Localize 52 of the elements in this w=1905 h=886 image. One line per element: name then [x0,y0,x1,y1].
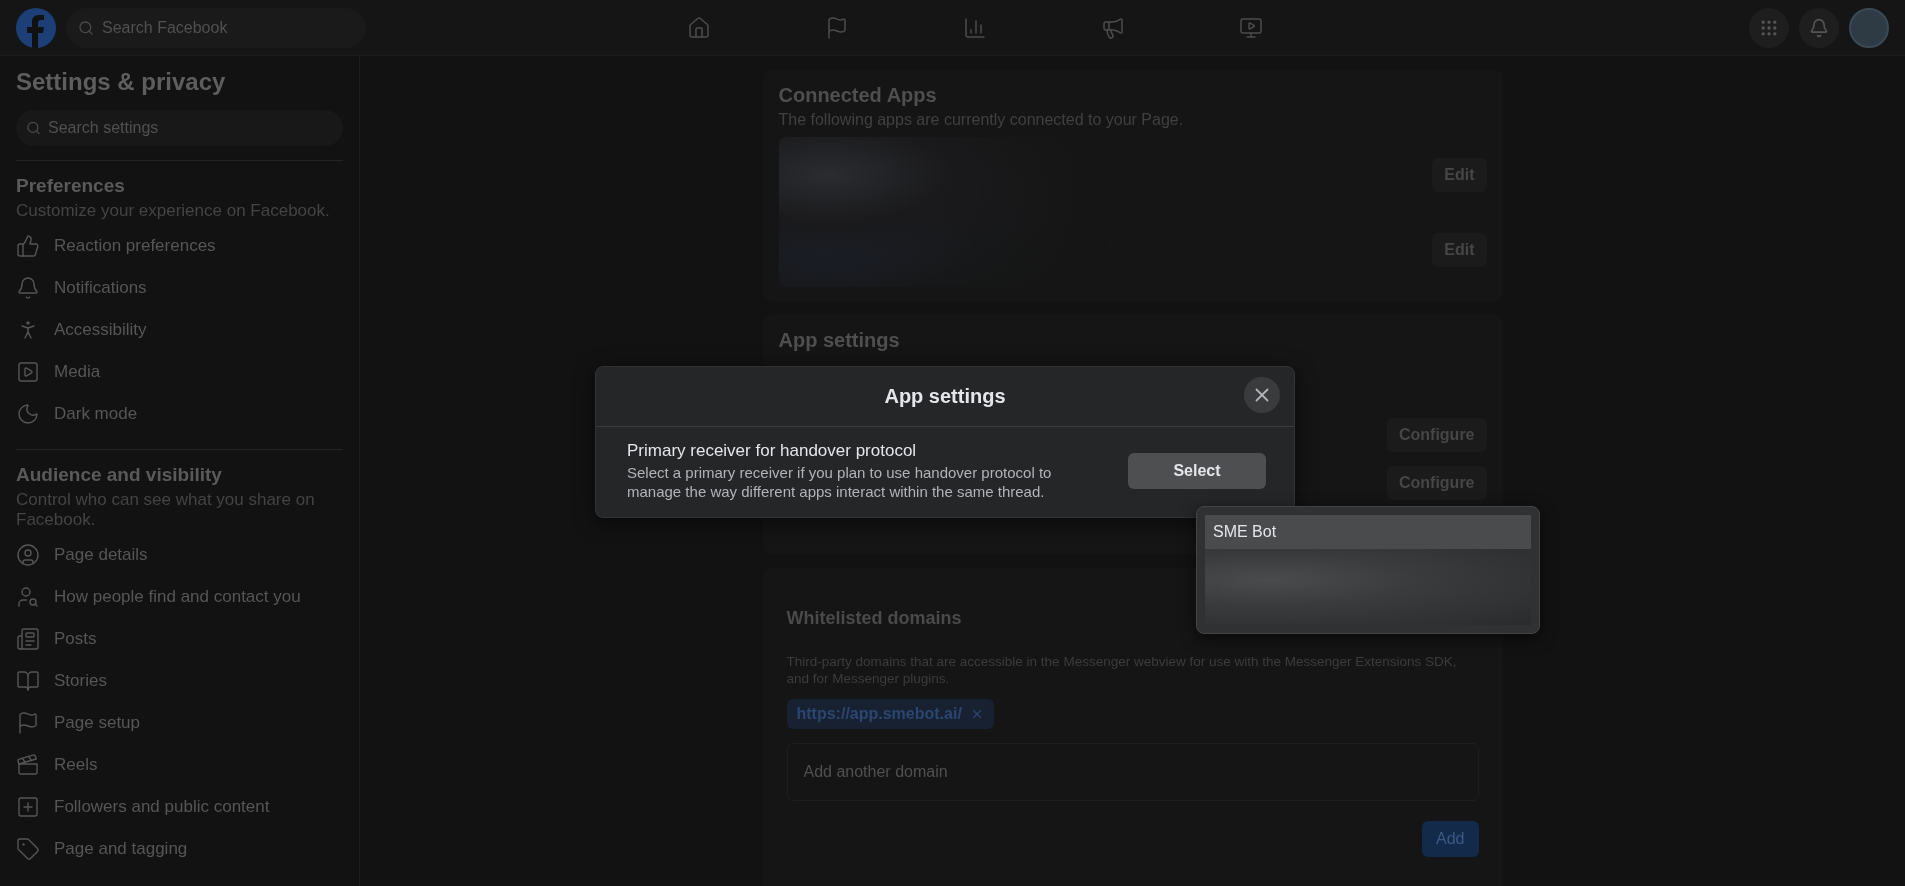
sidebar-item-icon [16,402,40,426]
sidebar-item[interactable]: Followers and public content [16,786,343,828]
sidebar-item[interactable]: Reaction preferences [16,225,343,267]
sidebar-item-icon [16,234,40,258]
setting-title: Primary receiver for handover protocol [627,441,918,461]
sidebar-item[interactable]: How people find and contact you [16,576,343,618]
sidebar-item-icon [16,669,40,693]
menu-button[interactable] [1749,7,1789,48]
flag-icon [825,16,849,40]
domain-input-field[interactable]: Add another domain [786,743,1479,801]
section-heading: Preferences [16,175,126,197]
sidebar-item-icon [16,276,40,300]
dropdown-option[interactable]: SME Bot [1205,515,1531,549]
sidebar-item-icon [16,795,40,819]
sidebar-item-icon [16,753,40,777]
notifications-button[interactable] [1799,7,1839,48]
megaphone-icon [1101,16,1125,40]
domain-tag: https://app.smebot.ai/ [786,699,994,729]
sidebar-item-icon [16,543,40,567]
search-field[interactable]: Search settings [16,110,343,146]
sidebar-item[interactable]: Media [16,351,343,393]
setting-description: Select a primary receiver if you plan to use handover protocol to manage the way different apps interact within the same thread. [627,463,1053,501]
home-icon [687,16,711,40]
search-icon [78,19,94,36]
sidebar-item[interactable]: Stories [16,660,343,702]
sidebar-item-icon [16,627,40,651]
video-icon [1239,16,1263,40]
sidebar-item[interactable]: Accessibility [16,309,343,351]
bell-icon [1809,17,1829,38]
select-button[interactable]: Select [1128,453,1266,489]
sidebar-item[interactable]: Dark mode [16,393,343,435]
sidebar-item[interactable]: Notifications [16,267,343,309]
logo-icon[interactable] [16,7,56,48]
dialog-title: App settings [884,385,1006,408]
add-button[interactable]: Add [1422,821,1479,857]
sidebar-item[interactable]: Page setup [16,702,343,744]
sidebar-item-icon [16,360,40,384]
chart-icon [963,16,987,40]
sidebar-item-icon [16,837,40,861]
card-title: App settings [778,329,901,352]
sidebar-title: Settings & privacy [16,68,227,96]
avatar[interactable] [1849,7,1889,48]
sidebar-item-icon [16,711,40,735]
close-button[interactable] [1244,377,1280,413]
sidebar-item[interactable]: Page and tagging [16,828,343,870]
search-icon [26,120,41,136]
section-heading: Audience and visibility [16,464,223,486]
card-title: Connected Apps [778,84,938,107]
sidebar-item-icon [16,585,40,609]
sidebar-item[interactable]: Reels [16,744,343,786]
sidebar-item[interactable]: Page details [16,534,343,576]
sidebar-item[interactable]: Posts [16,618,343,660]
